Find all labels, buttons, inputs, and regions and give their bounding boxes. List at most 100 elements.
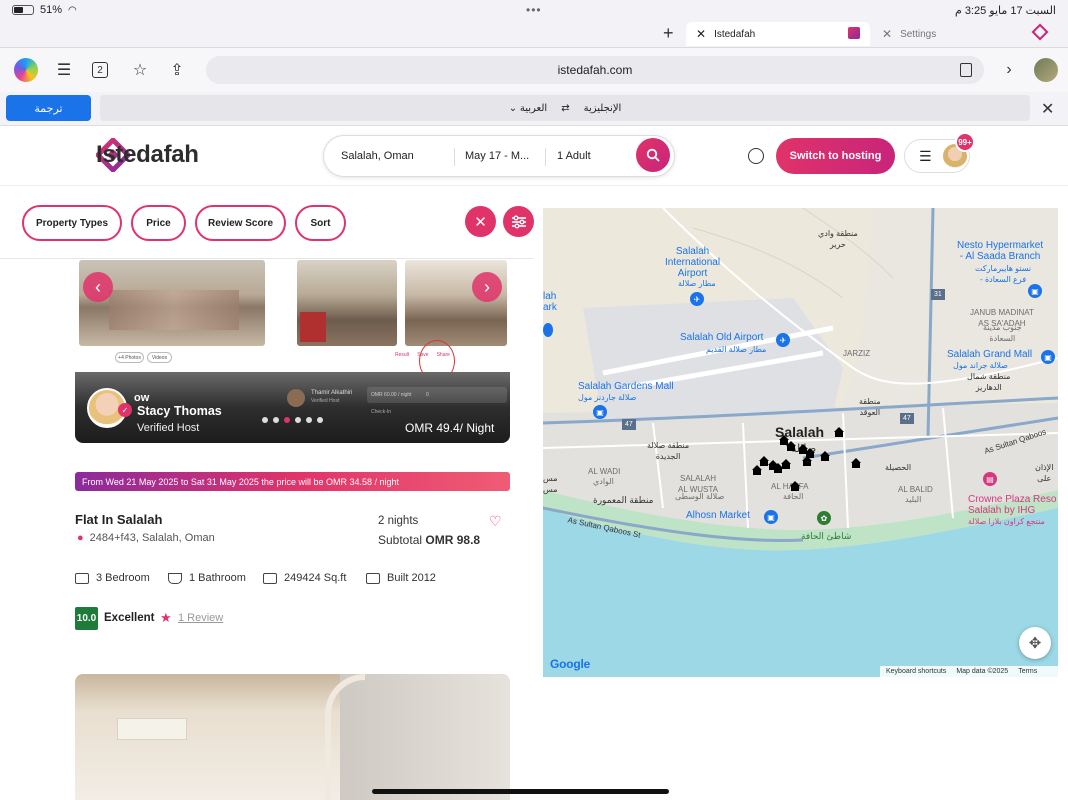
close-icon: ✕ bbox=[474, 213, 487, 231]
chevron-left-icon: ‹ bbox=[95, 276, 101, 297]
shopping-pin-icon[interactable]: ▣ bbox=[764, 510, 778, 524]
amenity-built: Built 2012 bbox=[366, 572, 436, 584]
tab-extension-icon[interactable] bbox=[1031, 23, 1049, 41]
listing-card[interactable]: ‹ › +4 Photos Videos Result Save Share T… bbox=[75, 260, 510, 443]
wifi-icon: ◠ bbox=[68, 4, 77, 16]
copilot-icon[interactable] bbox=[14, 58, 38, 82]
map-label-grand-mall: Salalah Grand Mall bbox=[947, 349, 1033, 360]
tab-settings[interactable]: ✕ Settings bbox=[872, 22, 1022, 46]
profile-avatar[interactable] bbox=[1034, 58, 1058, 82]
reviews-link[interactable]: 1 Review bbox=[178, 612, 223, 624]
new-tab-icon[interactable]: + bbox=[663, 23, 674, 44]
address-bar[interactable]: istedafah.com bbox=[206, 56, 984, 84]
notification-badge: 99+ bbox=[955, 132, 975, 152]
host-name: Stacy Thomas bbox=[137, 404, 222, 418]
listing-card-photo[interactable] bbox=[75, 674, 510, 800]
search-dates[interactable]: May 17 - M... bbox=[465, 150, 529, 162]
map-label: منتجع كراون بلازا صلالة bbox=[968, 517, 1045, 526]
terms-link[interactable]: Terms bbox=[1018, 668, 1037, 675]
listing-marker-icon[interactable] bbox=[820, 451, 830, 461]
carousel-dot[interactable] bbox=[295, 417, 301, 423]
hamburger-icon: ☰ bbox=[919, 148, 932, 164]
red-chair-image bbox=[300, 312, 326, 342]
listing-marker-icon[interactable] bbox=[752, 465, 762, 475]
listing-marker-icon[interactable] bbox=[781, 459, 791, 469]
home-indicator[interactable] bbox=[372, 789, 669, 794]
hotel-pin-icon[interactable]: ▤ bbox=[983, 472, 997, 486]
forward-icon[interactable]: › bbox=[999, 60, 1019, 80]
listing-title[interactable]: Flat In Salalah bbox=[75, 512, 162, 527]
filter-property-types[interactable]: Property Types bbox=[22, 205, 122, 241]
search-guests[interactable]: 1 Adult bbox=[557, 150, 591, 162]
map-view[interactable]: منطقة وادي حرير Salalah International Airpo… bbox=[543, 208, 1058, 677]
search-location[interactable]: Salalah, Oman bbox=[341, 150, 414, 162]
swap-icon[interactable]: ⇄ bbox=[561, 103, 569, 114]
videos-pill[interactable]: Videos bbox=[147, 352, 172, 363]
ghost-price-line: OMR 60.00 / night bbox=[371, 392, 412, 398]
filter-sort[interactable]: Sort bbox=[295, 205, 346, 241]
mini-results[interactable]: Result bbox=[395, 352, 409, 358]
globe-icon[interactable] bbox=[748, 148, 764, 164]
carousel-dot[interactable] bbox=[262, 417, 268, 423]
map-label: جنوب مدينة السعادة bbox=[983, 323, 1022, 343]
listing-marker-icon[interactable] bbox=[790, 481, 800, 491]
sidebar-menu-icon[interactable]: ☰ bbox=[54, 60, 74, 80]
shopping-pin-icon[interactable]: ▣ bbox=[593, 405, 607, 419]
star-icon[interactable]: ☆ bbox=[130, 60, 150, 80]
wall-panel-image bbox=[340, 674, 510, 800]
site-logo[interactable]: Istedafah bbox=[96, 138, 199, 172]
switch-hosting-button[interactable]: Switch to hosting bbox=[776, 138, 895, 174]
amenity-bathrooms: 1 Bathroom bbox=[168, 572, 246, 584]
filter-price[interactable]: Price bbox=[131, 205, 186, 241]
listing-marker-icon[interactable] bbox=[802, 456, 812, 466]
search-bar[interactable]: Salalah, Oman May 17 - M... 1 Adult bbox=[323, 135, 675, 177]
carousel-dot[interactable] bbox=[273, 417, 279, 423]
map-pan-control[interactable]: ✥ bbox=[1019, 627, 1051, 659]
next-photo-button[interactable]: › bbox=[472, 272, 502, 302]
keyboard-shortcuts-link[interactable]: Keyboard shortcuts bbox=[886, 668, 946, 675]
shopping-pin-icon[interactable]: ▣ bbox=[1028, 284, 1042, 298]
tab-istedafah[interactable]: ✕ Istedafah bbox=[686, 22, 870, 46]
verified-check-icon: ✓ bbox=[118, 403, 132, 417]
listing-photo[interactable] bbox=[79, 260, 265, 346]
listing-marker-icon[interactable] bbox=[851, 458, 861, 468]
target-language[interactable]: الإنجليزية bbox=[584, 103, 622, 114]
source-language[interactable]: ⌄ العربية bbox=[509, 103, 548, 114]
filter-review-score[interactable]: Review Score bbox=[195, 205, 286, 241]
heart-icon[interactable]: ♡ bbox=[489, 513, 502, 530]
shopping-pin-icon[interactable]: ▣ bbox=[1041, 350, 1055, 364]
translate-language-selector[interactable]: ⌄ العربية ⇄ الإنجليزية bbox=[100, 95, 1030, 121]
shopping-pin-icon[interactable] bbox=[543, 323, 553, 337]
multitask-dots-icon[interactable]: ••• bbox=[526, 3, 542, 17]
battery-percent: 51% bbox=[40, 4, 63, 16]
share-icon[interactable]: ⇪ bbox=[167, 60, 187, 80]
map-label-crowne: Crowne Plaza Reso Salalah by IHG bbox=[968, 494, 1057, 516]
airport-pin-icon[interactable]: ✈ bbox=[690, 292, 704, 306]
map-label: lah ark bbox=[543, 291, 557, 313]
carousel-dot-active[interactable] bbox=[284, 417, 290, 423]
map-label-airport: Salalah International Airport bbox=[665, 246, 721, 279]
tab-count-button[interactable]: 2 bbox=[92, 62, 108, 78]
photos-pill[interactable]: +4 Photos bbox=[115, 352, 144, 363]
map-label-alhosn: Alhosn Market bbox=[686, 510, 750, 521]
prev-photo-button[interactable]: ‹ bbox=[83, 272, 113, 302]
beach-pin-icon[interactable]: ✿ bbox=[817, 511, 831, 525]
close-icon[interactable]: ✕ bbox=[882, 27, 892, 41]
listing-marker-icon[interactable] bbox=[834, 427, 844, 437]
building-icon bbox=[366, 572, 380, 584]
close-icon[interactable]: ✕ bbox=[696, 27, 706, 41]
listing-marker-icon[interactable] bbox=[786, 441, 796, 451]
listing-address: ● 2484+f43, Salalah, Oman bbox=[77, 532, 215, 544]
close-translate-icon[interactable]: ✕ bbox=[1041, 99, 1054, 119]
extension-icon[interactable] bbox=[960, 63, 972, 77]
carousel-dot[interactable] bbox=[306, 417, 312, 423]
translate-button[interactable]: ترجمة bbox=[6, 95, 91, 121]
clear-filters-button[interactable]: ✕ bbox=[465, 206, 496, 237]
sliders-icon bbox=[511, 215, 526, 228]
map-label-old-airport: Salalah Old Airport bbox=[680, 332, 764, 343]
airport-pin-icon[interactable]: ✈ bbox=[776, 333, 790, 347]
search-button[interactable] bbox=[636, 138, 670, 172]
filter-settings-button[interactable] bbox=[503, 206, 534, 237]
carousel-dot[interactable] bbox=[317, 417, 323, 423]
listing-photo[interactable] bbox=[297, 260, 397, 346]
